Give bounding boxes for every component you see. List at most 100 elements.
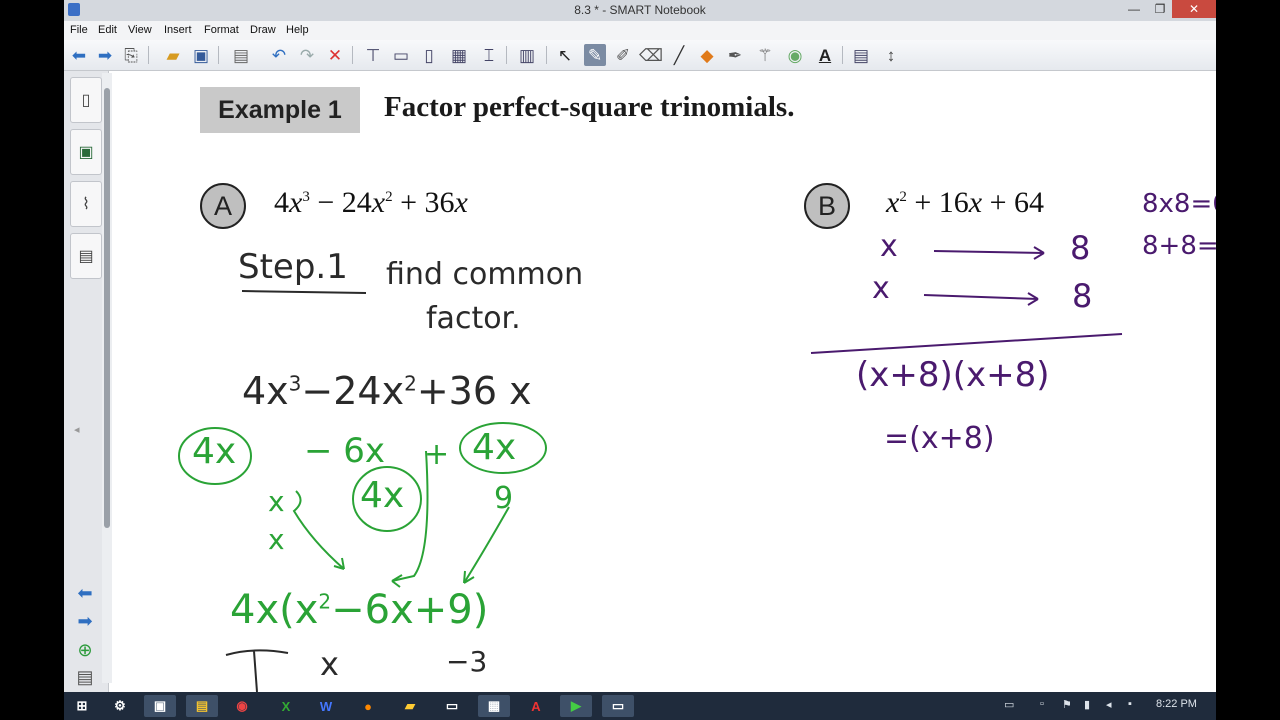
show-hidden-icon[interactable]: ▫ bbox=[1040, 698, 1044, 710]
minus-6x: − 6x bbox=[304, 431, 386, 471]
taskbar: ⊞ ⚙ ▣ ▤ ◉ X W ● ▰ ▭ ▦ A ▶ ▭ ▭ ▫ ⚑ ▮ ◂ ▪ … bbox=[64, 692, 1216, 720]
dark-expression: 4x3−24x2+36 x bbox=[242, 369, 532, 413]
magic-wand-icon[interactable]: ⚚ bbox=[754, 44, 776, 66]
b-arrow-2 bbox=[923, 294, 1039, 300]
close-button[interactable]: ✕ bbox=[1172, 0, 1216, 18]
b-arrow-1 bbox=[933, 250, 1045, 254]
step-title: Step.1 bbox=[238, 247, 348, 287]
b-row1-left: x bbox=[880, 229, 898, 264]
next-page-icon[interactable]: ➡ bbox=[72, 611, 98, 631]
menu-insert[interactable]: Insert bbox=[164, 24, 192, 36]
page-sorter-tab[interactable]: ▯ bbox=[70, 77, 102, 123]
acrobat-task-icon[interactable]: A bbox=[520, 695, 552, 717]
flag-icon[interactable]: ⚑ bbox=[1062, 698, 1072, 711]
b-divider-line bbox=[810, 333, 1123, 354]
notebook-task-icon[interactable]: ▣ bbox=[144, 695, 176, 717]
arrow-9 bbox=[463, 506, 510, 584]
factored-expression: 4x(x2−6x+9) bbox=[230, 587, 489, 633]
b-result: (x+8)(x+8) bbox=[856, 355, 1050, 395]
page-menu-icon[interactable]: ▤ bbox=[72, 667, 98, 687]
folder-task-icon[interactable]: ▭ bbox=[602, 695, 634, 717]
x-bottom: x bbox=[268, 523, 285, 556]
text-icon[interactable]: A bbox=[814, 44, 836, 66]
move-toolbar-icon[interactable]: ↕ bbox=[880, 44, 902, 66]
forward-arrow-icon[interactable]: ➡ bbox=[94, 44, 116, 66]
add-page-side-icon[interactable]: ⊕ bbox=[72, 640, 98, 660]
window-title: 8.3 * - SMART Notebook bbox=[574, 3, 706, 17]
menu-format[interactable]: Format bbox=[204, 24, 239, 36]
page-canvas[interactable]: Example 1 Factor perfect-square trinomia… bbox=[114, 71, 1216, 692]
gallery-tab[interactable]: ▣ bbox=[70, 129, 102, 175]
word-task-icon[interactable]: W bbox=[310, 695, 342, 717]
menu-draw[interactable]: Draw bbox=[250, 24, 276, 36]
table-icon[interactable]: ▥ bbox=[516, 44, 538, 66]
clock[interactable]: 8:22 PM bbox=[1156, 698, 1197, 710]
camtasia-task-icon[interactable]: ▶ bbox=[560, 695, 592, 717]
shapes-icon[interactable]: ◆ bbox=[696, 44, 718, 66]
redo-icon[interactable]: ↷ bbox=[296, 44, 318, 66]
smart-notebook-window: 8.3 * - SMART Notebook — ❐ ✕ File Edit V… bbox=[64, 0, 1216, 692]
undo-icon[interactable]: ↶ bbox=[268, 44, 290, 66]
menu-edit[interactable]: Edit bbox=[98, 24, 117, 36]
bottom-neg3: −3 bbox=[446, 645, 488, 678]
collapse-handle-icon[interactable]: ◂ bbox=[74, 423, 80, 436]
screen-shade-icon[interactable]: ⊤ bbox=[362, 44, 384, 66]
gcf-left: 4x bbox=[192, 431, 237, 472]
line-icon[interactable]: ╱ bbox=[668, 44, 690, 66]
minimize-button[interactable]: — bbox=[1120, 0, 1148, 18]
menu-bar: File Edit View Insert Format Draw Help bbox=[64, 21, 1216, 41]
maximize-button[interactable]: ❐ bbox=[1146, 0, 1174, 18]
delete-icon[interactable]: ✕ bbox=[324, 44, 346, 66]
settings-task-icon[interactable]: ⚙ bbox=[104, 695, 136, 717]
attachments-tab[interactable]: ⌇ bbox=[70, 181, 102, 227]
notebook-active-task-icon[interactable]: ▤ bbox=[186, 695, 218, 717]
toolbar-divider bbox=[842, 46, 843, 64]
keyboard-tray-icon[interactable]: ▭ bbox=[1004, 698, 1014, 711]
add-page-icon[interactable]: ⎘ bbox=[120, 44, 142, 66]
menu-file[interactable]: File bbox=[70, 24, 88, 36]
previous-page-icon[interactable]: ⬅ bbox=[72, 583, 98, 603]
show-toolbar-icon[interactable]: ⌶ bbox=[478, 44, 500, 66]
open-folder-icon[interactable]: ▰ bbox=[162, 44, 184, 66]
volume-icon[interactable]: ◂ bbox=[1106, 698, 1112, 711]
select-icon[interactable]: ↖ bbox=[554, 44, 576, 66]
menu-view[interactable]: View bbox=[128, 24, 152, 36]
chrome-task-icon[interactable]: ◉ bbox=[226, 695, 258, 717]
b-square: =(x+8) bbox=[884, 421, 995, 456]
x-top: x bbox=[268, 485, 285, 518]
bottom-bracket bbox=[225, 649, 289, 692]
back-arrow-icon[interactable]: ⬅ bbox=[68, 44, 90, 66]
dual-display-icon[interactable]: ▯ bbox=[418, 44, 440, 66]
scrollbar-thumb[interactable] bbox=[104, 88, 110, 528]
paste-icon[interactable]: ▤ bbox=[230, 44, 252, 66]
capture-icon[interactable]: ▦ bbox=[448, 44, 470, 66]
nine: 9 bbox=[494, 481, 514, 516]
files-task-icon[interactable]: ▰ bbox=[394, 695, 426, 717]
step-desc-1: find common bbox=[386, 257, 584, 292]
arrowhead-6x bbox=[391, 574, 403, 588]
b-row2-left: x bbox=[872, 271, 890, 306]
explorer-open-task-icon[interactable]: ▦ bbox=[478, 695, 510, 717]
plus-sign: + bbox=[424, 437, 450, 472]
step-desc-2: factor. bbox=[426, 301, 521, 336]
title-bar: 8.3 * - SMART Notebook — ❐ ✕ bbox=[64, 0, 1216, 22]
magic-pen-icon[interactable]: ✒ bbox=[724, 44, 746, 66]
creative-pen-icon[interactable]: ✐ bbox=[612, 44, 634, 66]
full-screen-icon[interactable]: ▭ bbox=[390, 44, 412, 66]
explorer-task-icon[interactable]: ▭ bbox=[436, 695, 468, 717]
windows-start-icon[interactable]: ⊞ bbox=[66, 695, 98, 717]
toolbar-divider bbox=[218, 46, 219, 64]
fill-icon[interactable]: ◉ bbox=[784, 44, 806, 66]
menu-help[interactable]: Help bbox=[286, 24, 309, 36]
b-row2-right: 8 bbox=[1072, 277, 1093, 315]
language-icon[interactable]: ▪ bbox=[1128, 698, 1132, 710]
pen-icon[interactable]: ✎ bbox=[584, 44, 606, 66]
excel-task-icon[interactable]: X bbox=[270, 695, 302, 717]
gcf-right: 4x bbox=[472, 427, 517, 468]
save-icon[interactable]: ▣ bbox=[190, 44, 212, 66]
properties-icon[interactable]: ▤ bbox=[850, 44, 872, 66]
network-icon[interactable]: ▮ bbox=[1084, 698, 1090, 711]
vlc-task-icon[interactable]: ● bbox=[352, 695, 384, 717]
properties-tab[interactable]: ▤ bbox=[70, 233, 102, 279]
eraser-icon[interactable]: ⌫ bbox=[639, 44, 663, 66]
